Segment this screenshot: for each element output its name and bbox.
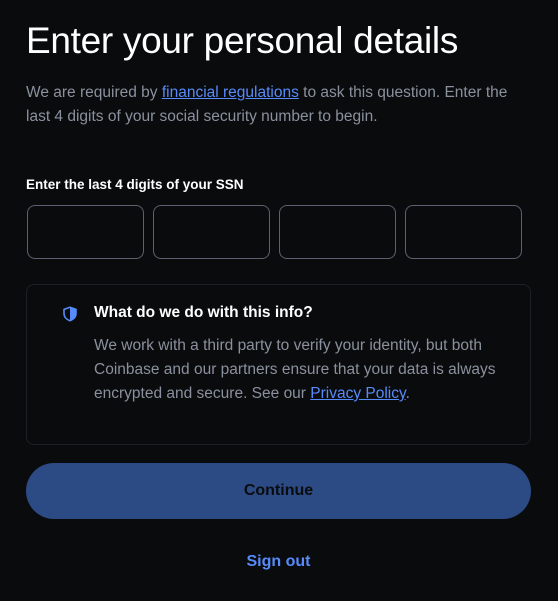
privacy-policy-link[interactable]: Privacy Policy (310, 385, 405, 402)
shield-icon (63, 306, 77, 322)
intro-text: We are required by financial regulations… (26, 81, 531, 129)
ssn-label: Enter the last 4 digits of your SSN (26, 177, 244, 192)
info-card: What do we do with this info? We work wi… (26, 284, 531, 445)
info-body-end: . (405, 385, 410, 402)
page-title: Enter your personal details (26, 20, 459, 61)
intro-text-before: We are required by (26, 84, 162, 101)
info-heading: What do we do with this info? (94, 304, 313, 321)
info-body-text: We work with a third party to verify you… (94, 337, 496, 402)
ssn-input-group (27, 205, 522, 259)
ssn-digit-3-input[interactable] (279, 205, 396, 259)
ssn-digit-1-input[interactable] (27, 205, 144, 259)
ssn-digit-4-input[interactable] (405, 205, 522, 259)
sign-out-link[interactable]: Sign out (26, 553, 531, 571)
ssn-digit-2-input[interactable] (153, 205, 270, 259)
financial-regulations-link[interactable]: financial regulations (162, 84, 299, 101)
continue-button[interactable]: Continue (26, 463, 531, 519)
info-body: We work with a third party to verify you… (94, 334, 506, 406)
